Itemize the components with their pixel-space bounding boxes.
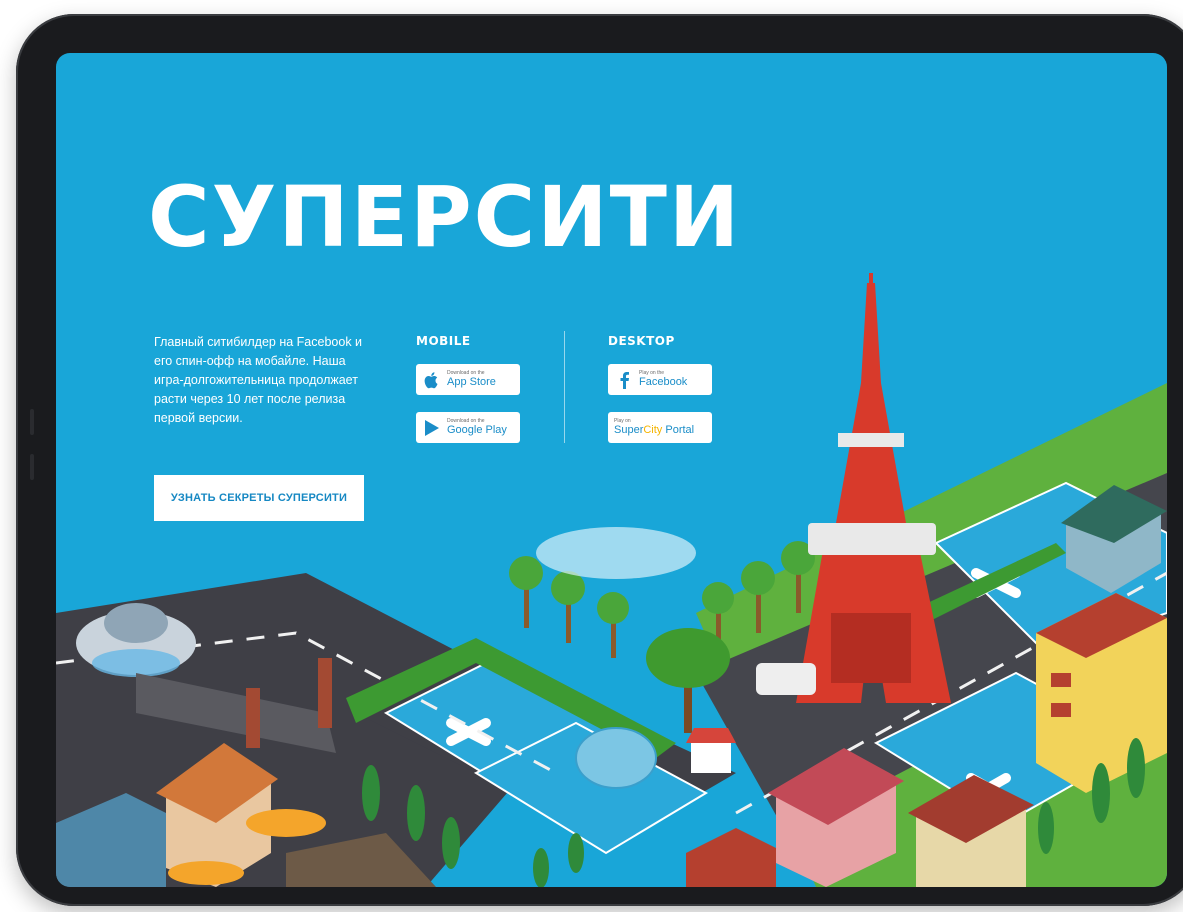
van [756, 663, 816, 695]
side-button [30, 454, 34, 480]
flower-bed [246, 809, 326, 837]
facebook-label: Facebook [639, 376, 688, 388]
app-store-button[interactable]: Download on the App Store [416, 364, 520, 395]
learn-secrets-button[interactable]: УЗНАТЬ СЕКРЕТЫ СУПЕРСИТИ [154, 475, 364, 521]
tower [796, 273, 951, 703]
game-title: СУПЕРСИТИ [148, 168, 742, 266]
cloud [536, 527, 696, 579]
shop [686, 828, 776, 887]
market-stall [686, 728, 736, 773]
portal-label: SuperCity Portal [614, 425, 694, 436]
apple-icon [422, 370, 442, 390]
mobile-heading: MOBILE [416, 334, 471, 348]
flower-bed [168, 861, 244, 885]
bridge-pillar [318, 658, 332, 728]
portal-label-city: City [643, 424, 663, 436]
app-store-label: App Store [447, 376, 496, 388]
glass-dome [575, 727, 657, 789]
bridge-pillar [246, 688, 260, 748]
supercity-portal-button[interactable]: Play on SuperCity Portal [608, 412, 712, 443]
facebook-button[interactable]: Play on the Facebook [608, 364, 712, 395]
desktop-heading: DESKTOP [608, 334, 675, 348]
portal-label-super: Super [614, 424, 644, 436]
google-play-label: Google Play [447, 424, 507, 436]
google-play-button[interactable]: Download on the Google Play [416, 412, 520, 443]
side-button [30, 409, 34, 435]
game-description: Главный ситибилдер на Facebook и его спи… [154, 335, 363, 425]
column-divider [564, 331, 565, 443]
game-landing-page: СУПЕРСИТИ Главный ситибилдер на Facebook… [56, 53, 1167, 887]
tree [646, 628, 730, 688]
play-icon [422, 418, 442, 438]
portal-label-portal: Portal [662, 424, 695, 436]
facebook-icon [614, 370, 634, 390]
